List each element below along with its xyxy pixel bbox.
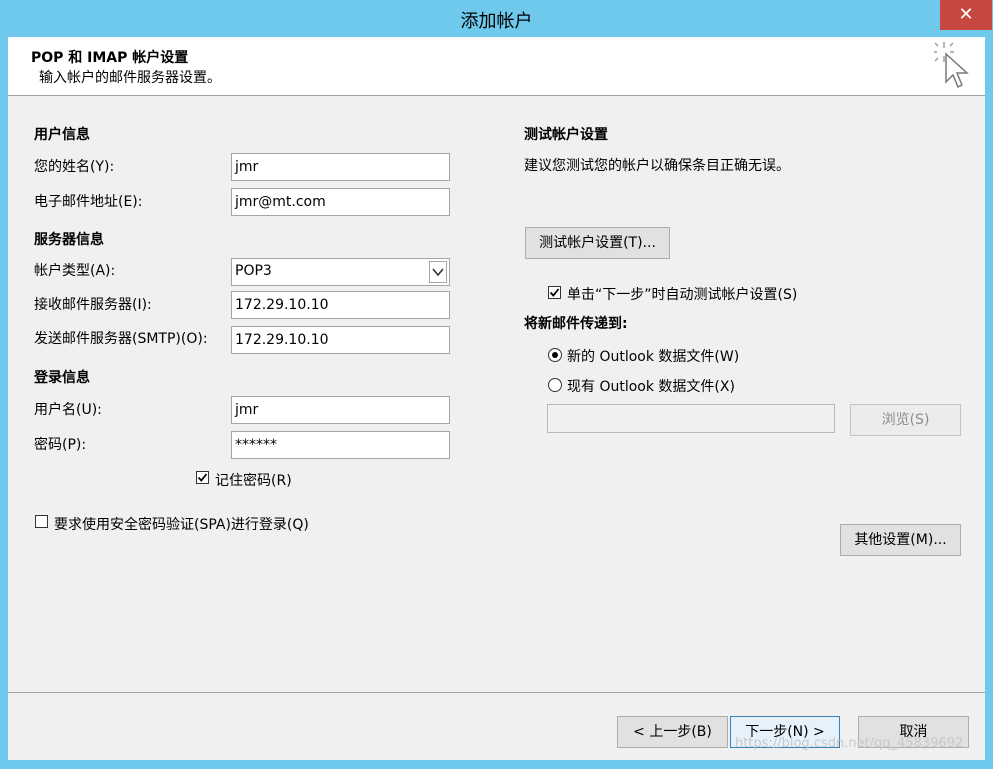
checkmark-icon xyxy=(197,473,208,482)
test-settings-section-label: 测试帐户设置 xyxy=(524,127,608,143)
account-type-select[interactable]: POP3 xyxy=(231,258,450,286)
close-button[interactable]: ✕ xyxy=(940,0,992,30)
outgoing-server-input[interactable]: 172.29.10.10 xyxy=(231,326,450,354)
password-input[interactable]: ****** xyxy=(231,431,450,459)
title-bar[interactable]: 添加帐户 ✕ xyxy=(0,0,993,37)
auto-test-label[interactable]: 单击“下一步”时自动测试帐户设置(S) xyxy=(567,284,797,304)
dialog-client: POP 和 IMAP 帐户设置 输入帐户的邮件服务器设置。 用户信息 您的姓名(… xyxy=(8,37,985,760)
username-input[interactable]: jmr xyxy=(231,396,450,424)
deliver-section-label: 将新邮件传递到: xyxy=(524,316,628,332)
footer-divider xyxy=(8,692,985,693)
account-type-value: POP3 xyxy=(235,263,272,279)
new-data-file-label[interactable]: 新的 Outlook 数据文件(W) xyxy=(567,346,739,366)
spa-checkbox[interactable] xyxy=(35,515,48,528)
auto-test-checkbox[interactable] xyxy=(548,286,561,299)
remember-password-label[interactable]: 记住密码(R) xyxy=(215,470,292,490)
email-label: 电子邮件地址(E): xyxy=(34,194,143,210)
user-info-section-label: 用户信息 xyxy=(34,127,90,143)
spa-label[interactable]: 要求使用安全密码验证(SPA)进行登录(Q) xyxy=(54,514,309,534)
browse-button[interactable]: 浏览(S) xyxy=(850,404,961,436)
password-label: 密码(P): xyxy=(34,437,87,453)
account-type-label: 帐户类型(A): xyxy=(34,263,116,279)
page-subtitle: 输入帐户的邮件服务器设置。 xyxy=(39,70,221,86)
username-label: 用户名(U): xyxy=(34,402,102,418)
server-info-section-label: 服务器信息 xyxy=(34,232,104,248)
checkmark-icon xyxy=(549,288,560,297)
page-title: POP 和 IMAP 帐户设置 xyxy=(31,50,189,66)
outgoing-server-label: 发送邮件服务器(SMTP)(O): xyxy=(34,331,208,347)
close-icon: ✕ xyxy=(958,4,974,25)
remember-password-checkbox[interactable] xyxy=(196,471,209,484)
email-input[interactable]: jmr@mt.com xyxy=(231,188,450,216)
data-file-path-input[interactable] xyxy=(547,404,835,433)
window-title: 添加帐户 xyxy=(460,11,533,32)
existing-data-file-radio[interactable] xyxy=(548,378,562,392)
radio-selected-dot xyxy=(552,352,558,358)
test-account-settings-button[interactable]: 测试帐户设置(T)... xyxy=(525,227,670,259)
wizard-header: POP 和 IMAP 帐户设置 输入帐户的邮件服务器设置。 xyxy=(8,37,985,96)
incoming-server-label: 接收邮件服务器(I): xyxy=(34,297,152,313)
add-account-window: 添加帐户 ✕ POP 和 IMAP 帐户设置 输入帐户的邮件服务器设置。 用户信… xyxy=(0,0,993,769)
watermark-text: https://blog.csdn.net/qq_45839692 xyxy=(735,736,964,751)
dropdown-arrow[interactable] xyxy=(429,261,447,283)
test-settings-description: 建议您测试您的帐户以确保条目正确无误。 xyxy=(524,158,790,174)
chevron-down-icon xyxy=(432,268,444,277)
name-input[interactable]: jmr xyxy=(231,153,450,181)
incoming-server-input[interactable]: 172.29.10.10 xyxy=(231,291,450,319)
wizard-cursor-icon xyxy=(934,42,969,89)
back-button[interactable]: < 上一步(B) xyxy=(617,716,728,748)
name-label: 您的姓名(Y): xyxy=(34,159,115,175)
login-info-section-label: 登录信息 xyxy=(34,370,90,386)
new-data-file-radio[interactable] xyxy=(548,348,562,362)
more-settings-button[interactable]: 其他设置(M)... xyxy=(840,524,961,556)
existing-data-file-label[interactable]: 现有 Outlook 数据文件(X) xyxy=(567,376,735,396)
